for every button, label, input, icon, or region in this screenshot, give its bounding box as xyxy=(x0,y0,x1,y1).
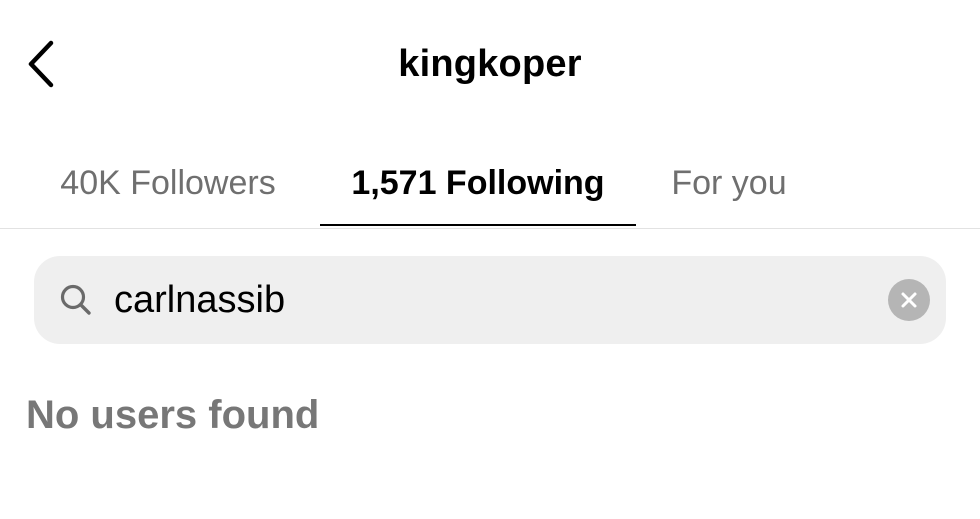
page-title: kingkoper xyxy=(398,43,582,85)
no-results-message: No users found xyxy=(26,393,320,437)
tab-bar: 40K Followers 1,571 Following For you xyxy=(0,140,980,229)
tab-following[interactable]: 1,571 Following xyxy=(320,140,636,226)
tab-followers[interactable]: 40K Followers xyxy=(34,140,302,226)
clear-search-button[interactable] xyxy=(888,279,930,321)
search-bar[interactable] xyxy=(34,256,946,344)
tab-for-you[interactable]: For you xyxy=(650,140,808,226)
search-icon xyxy=(60,284,91,315)
search-input[interactable] xyxy=(114,274,894,326)
clear-icon xyxy=(901,292,917,308)
header: kingkoper xyxy=(0,0,980,130)
following-screen: kingkoper 40K Followers 1,571 Following … xyxy=(0,0,980,519)
